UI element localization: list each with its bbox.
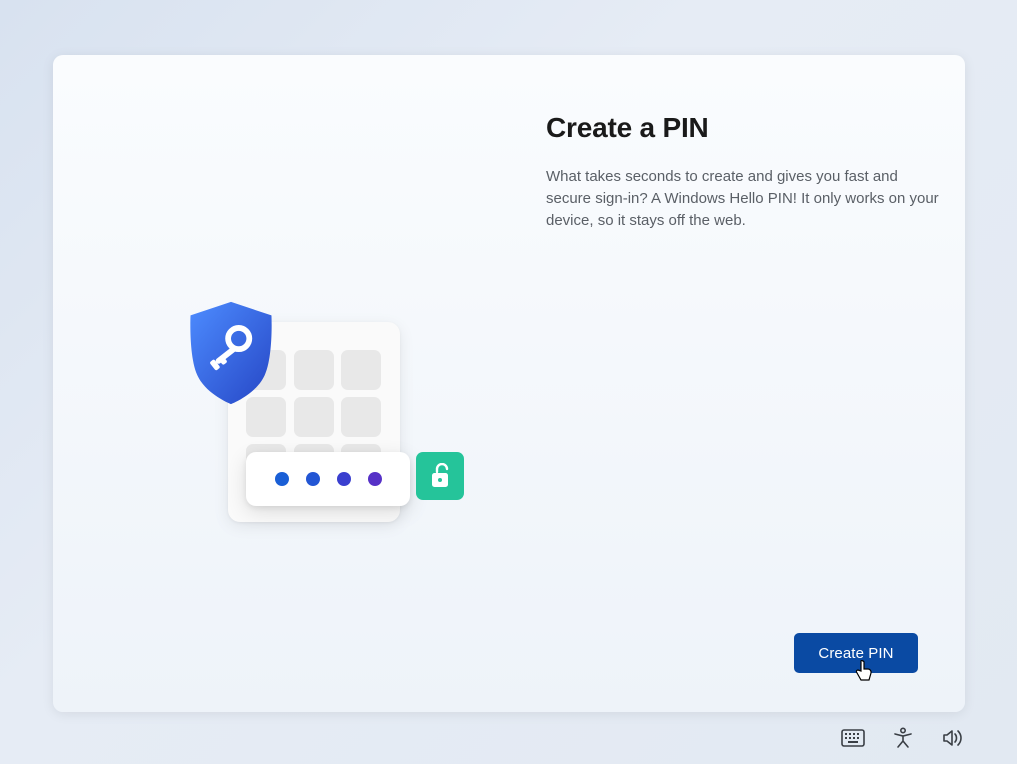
pin-dot [337,472,351,486]
pin-dot [275,472,289,486]
page-title: Create a PIN [546,112,946,144]
volume-icon[interactable] [941,726,965,750]
unlock-icon [428,463,452,489]
shield-key-icon [182,300,280,406]
keypad-key [294,350,334,390]
page-description: What takes seconds to create and gives y… [546,166,946,231]
pin-dots-row [246,452,410,506]
pin-illustration [143,280,463,550]
content-area: Create a PIN What takes seconds to creat… [546,112,946,231]
create-pin-button[interactable]: Create PIN [794,633,918,673]
keypad-key [294,397,334,437]
keypad-key [341,397,381,437]
keyboard-icon[interactable] [841,726,865,750]
setup-card: Create a PIN What takes seconds to creat… [53,55,965,712]
unlock-badge [416,452,464,500]
system-tray [841,726,965,750]
keypad-key [341,350,381,390]
pin-dot [368,472,382,486]
pin-dot [306,472,320,486]
accessibility-icon[interactable] [891,726,915,750]
